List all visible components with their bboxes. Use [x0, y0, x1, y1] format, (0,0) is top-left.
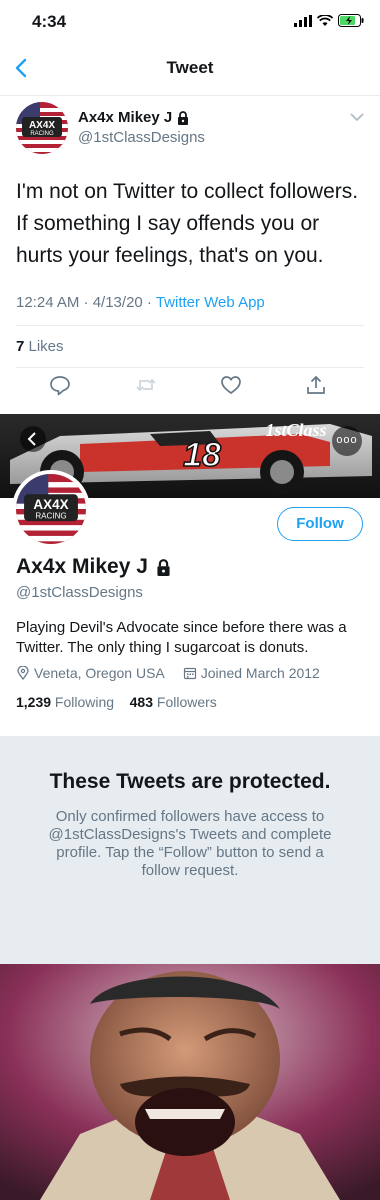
- profile-name: Ax4x Mikey J: [16, 555, 148, 578]
- divider: [16, 367, 364, 368]
- banner-car-number: 18: [183, 436, 221, 474]
- profile-avatar[interactable]: AX4X RACING: [12, 470, 90, 548]
- wifi-icon: [317, 14, 333, 26]
- chevron-down-icon[interactable]: [350, 112, 364, 122]
- laughing-man-picture: [0, 964, 380, 1200]
- followers-label: Followers: [153, 694, 217, 710]
- following-count: 1,239: [16, 694, 52, 710]
- status-bar: 4:34: [0, 0, 380, 40]
- lock-icon: [157, 558, 170, 576]
- tweet-detail: AX4X RACING Ax4x Mikey J @1stClassDesign…: [0, 96, 380, 414]
- followers-link[interactable]: 483 Followers: [130, 694, 217, 710]
- author-handle[interactable]: @1stClassDesigns: [78, 129, 205, 146]
- share-icon[interactable]: [305, 374, 327, 396]
- following-label: Following: [51, 694, 115, 710]
- heart-icon[interactable]: [220, 374, 242, 396]
- battery-charging-icon: [338, 14, 364, 27]
- laughing-man-image: [0, 964, 380, 1200]
- profile-bio: Playing Devil's Advocate since before th…: [16, 619, 347, 656]
- profile-location: Veneta, Oregon USA: [34, 665, 165, 681]
- author-name-row[interactable]: Ax4x Mikey J: [78, 109, 189, 126]
- tweet-source-app[interactable]: Twitter Web App: [156, 294, 265, 311]
- retweet-icon[interactable]: [135, 374, 157, 396]
- following-link[interactable]: 1,239 Following: [16, 694, 114, 710]
- avatar[interactable]: AX4X RACING: [16, 102, 68, 154]
- profile-stats: 1,239 Following 483 Followers: [16, 694, 217, 710]
- banner-brand: 1stClass: [265, 420, 326, 440]
- divider: [16, 325, 364, 326]
- tweet-timestamp: 12:24 AM · 4/13/20 ·: [16, 294, 156, 311]
- signal-icon: [294, 14, 312, 27]
- status-icons: [294, 14, 364, 27]
- protected-title: These Tweets are protected.: [49, 770, 331, 793]
- location-pin-icon: [17, 666, 29, 680]
- nav-title: Tweet: [166, 58, 214, 77]
- avatar-badge-line2: RACING: [30, 131, 54, 137]
- tweet-actions: [0, 374, 380, 398]
- protected-notice: These Tweets are protected. Only confirm…: [0, 736, 380, 964]
- protected-text: Only confirmed followers have access to …: [48, 808, 332, 879]
- tweet-meta: 12:24 AM · 4/13/20 · Twitter Web App: [16, 294, 265, 311]
- flag-avatar-image: AX4X RACING: [16, 102, 68, 154]
- more-options-button[interactable]: ooo: [332, 426, 362, 456]
- avatar-badge-line1: AX4X: [29, 120, 55, 131]
- follow-button[interactable]: Follow: [277, 507, 363, 541]
- tweet-text: I'm not on Twitter to collect followers.…: [16, 180, 359, 267]
- flag-avatar-image: AX4X RACING: [16, 474, 86, 544]
- lock-icon: [178, 110, 189, 125]
- avatar-badge-line2: RACING: [35, 511, 66, 520]
- status-time: 4:34: [32, 12, 67, 31]
- profile-handle: @1stClassDesigns: [16, 584, 143, 601]
- profile-name-row: Ax4x Mikey J: [16, 555, 171, 579]
- author-name[interactable]: Ax4x Mikey J: [78, 109, 172, 126]
- calendar-icon: [183, 667, 196, 680]
- likes-count[interactable]: 7 Likes: [16, 338, 64, 355]
- avatar-badge-line1: AX4X: [33, 497, 68, 512]
- followers-count: 483: [129, 694, 153, 710]
- profile-meta: Veneta, Oregon USA Joined March 2012: [16, 665, 320, 681]
- chevron-left-icon: [27, 432, 36, 446]
- profile-joined: Joined March 2012: [200, 665, 320, 681]
- banner-back-button[interactable]: [20, 426, 46, 452]
- nav-bar: Tweet: [0, 40, 380, 96]
- likes-label: Likes: [24, 338, 64, 355]
- reply-icon[interactable]: [49, 374, 71, 396]
